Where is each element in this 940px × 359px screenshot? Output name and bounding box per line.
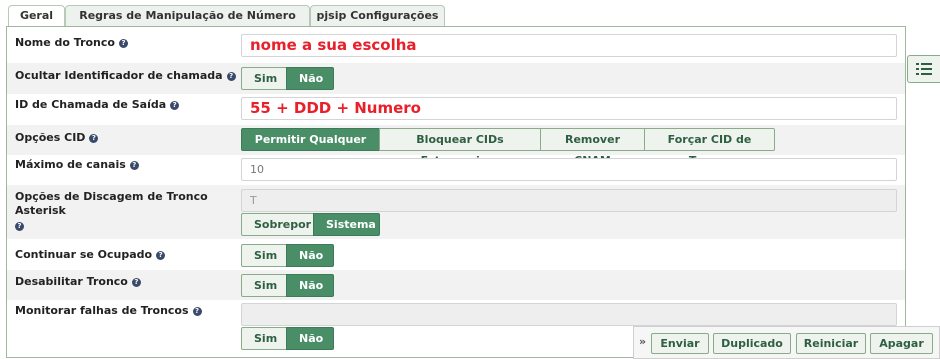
hide-caller-id-no[interactable]: Não [286, 67, 334, 90]
cid-allow-any-button[interactable]: Permitir Qualquer CID [241, 128, 380, 167]
trunk-name-input[interactable]: nome a sua escolha [241, 34, 897, 57]
max-channels-input[interactable]: 10 [241, 158, 897, 181]
help-icon[interactable]: ? [156, 251, 166, 260]
help-icon[interactable]: ? [131, 278, 141, 287]
row-outbound-cid: ID de Chamada de Saída? 55 + DDD + Numer… [7, 94, 905, 125]
help-icon[interactable]: ? [15, 222, 24, 231]
row-disable-trunk: Desabilitar Tronco? Sim Não [7, 270, 905, 300]
outbound-cid-input[interactable]: 55 + DDD + Numero [241, 97, 897, 120]
monitor-failures-yes[interactable]: Sim [241, 327, 287, 350]
help-icon[interactable]: ? [129, 161, 139, 170]
reset-button[interactable]: Reiniciar [796, 333, 866, 354]
dial-options-toggle: Sobrepor Sistema [241, 213, 380, 236]
dial-options-override[interactable]: Sobrepor [241, 213, 314, 236]
dial-options-input[interactable]: T [241, 189, 897, 212]
help-icon[interactable]: ? [170, 101, 180, 110]
cid-options-group: Permitir Qualquer CID Bloquear CIDs Estr… [241, 128, 775, 167]
collapse-chevron-icon[interactable]: » [639, 335, 646, 348]
trunk-name-label: Nome do Tronco? [15, 36, 128, 50]
tab-dial-rules[interactable]: Regras de Manipulação de Número Discado [65, 5, 310, 42]
row-trunk-name: Nome do Tronco? nome a sua escolha [7, 27, 905, 63]
help-icon[interactable]: ? [192, 307, 202, 316]
disable-trunk-no[interactable]: Não [286, 274, 334, 297]
help-icon[interactable]: ? [226, 72, 236, 81]
delete-button[interactable]: Apagar [870, 333, 933, 354]
hide-caller-id-toggle: Sim Não [241, 67, 334, 90]
tab-pjsip-settings[interactable]: pjsip Configurações [310, 5, 445, 26]
monitor-failures-input[interactable] [241, 303, 897, 326]
action-bar: » Enviar Duplicado Reiniciar Apagar [633, 326, 940, 359]
continue-if-busy-label: Continuar se Ocupado? [15, 248, 166, 262]
help-icon[interactable]: ? [118, 39, 128, 48]
row-dial-options: Opções de Discagem de Tronco Asterisk? T… [7, 185, 905, 239]
monitor-failures-no[interactable]: Não [286, 327, 334, 350]
disable-trunk-label: Desabilitar Tronco? [15, 275, 141, 289]
continue-if-busy-no[interactable]: Não [286, 244, 334, 267]
continue-if-busy-yes[interactable]: Sim [241, 244, 287, 267]
cid-block-foreign-button[interactable]: Bloquear CIDs Estrangeiros [379, 128, 541, 167]
submit-button[interactable]: Enviar [651, 333, 709, 354]
cid-remove-cnam-button[interactable]: Remover CNAM [540, 128, 645, 167]
max-channels-label: Máximo de canais? [15, 158, 139, 172]
row-max-channels: Máximo de canais? 10 [7, 155, 905, 185]
cid-options-label: Opções CID? [15, 131, 99, 145]
monitor-failures-toggle: Sim Não [241, 327, 334, 350]
tab-geral[interactable]: Geral [8, 5, 65, 28]
dial-options-label: Opções de Discagem de Tronco Asterisk? [15, 190, 208, 231]
duplicate-button[interactable]: Duplicado [713, 333, 791, 354]
cid-force-trunk-button[interactable]: Forçar CID de Tronco [644, 128, 775, 167]
list-icon [916, 63, 932, 75]
help-icon[interactable]: ? [89, 134, 99, 143]
monitor-failures-label: Monitorar falhas de Troncos? [15, 304, 202, 318]
disable-trunk-yes[interactable]: Sim [241, 274, 287, 297]
row-hide-caller-id: Ocultar Identificador de chamada? Sim Nã… [7, 63, 905, 94]
dial-options-system[interactable]: Sistema [313, 213, 380, 236]
hide-caller-id-label: Ocultar Identificador de chamada? [15, 69, 236, 83]
continue-if-busy-toggle: Sim Não [241, 244, 334, 267]
row-cid-options: Opções CID? Permitir Qualquer CID Bloque… [7, 125, 905, 167]
row-continue-if-busy: Continuar se Ocupado? Sim Não [7, 239, 905, 270]
hide-caller-id-yes[interactable]: Sim [241, 67, 287, 90]
general-settings-panel: Nome do Tronco? nome a sua escolha Ocult… [6, 26, 906, 358]
outbound-cid-label: ID de Chamada de Saída? [15, 98, 180, 112]
disable-trunk-toggle: Sim Não [241, 274, 334, 297]
side-menu-toggle[interactable] [907, 55, 940, 83]
